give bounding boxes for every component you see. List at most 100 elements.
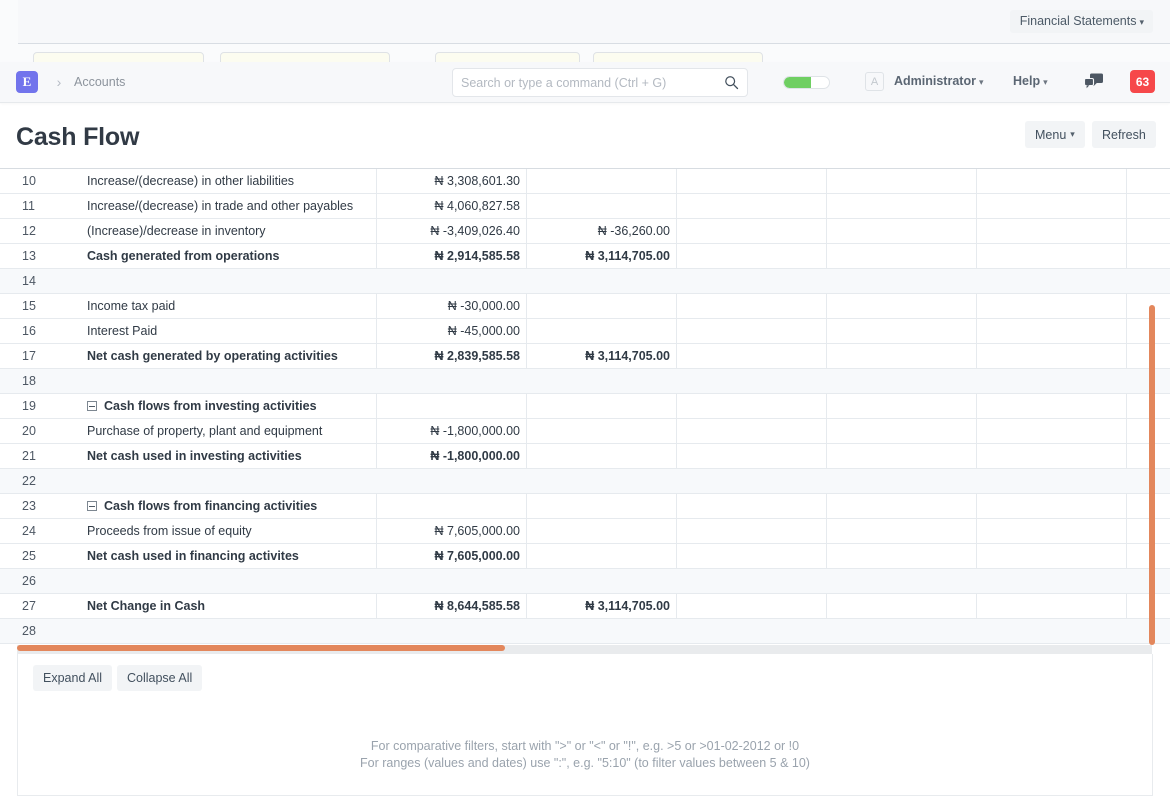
row-value-1[interactable]: ₦ 7,605,000.00 — [377, 519, 527, 543]
row-value-4[interactable] — [827, 619, 977, 643]
avatar[interactable]: A — [865, 72, 884, 91]
row-value-2[interactable] — [527, 369, 677, 393]
row-value-4[interactable] — [827, 419, 977, 443]
collapse-all-button[interactable]: Collapse All — [117, 665, 202, 691]
table-row[interactable]: 26 — [0, 569, 1170, 594]
row-label[interactable]: Cash flows from investing activities — [77, 394, 377, 418]
row-value-2[interactable] — [527, 569, 677, 593]
row-value-2[interactable] — [527, 619, 677, 643]
row-value-5[interactable] — [977, 269, 1127, 293]
row-value-3[interactable] — [677, 469, 827, 493]
row-value-1[interactable]: ₦ 2,914,585.58 — [377, 244, 527, 268]
row-label[interactable]: Net cash generated by operating activiti… — [77, 344, 377, 368]
row-value-4[interactable] — [827, 494, 977, 518]
breadcrumb[interactable]: Accounts — [74, 75, 125, 89]
row-label[interactable]: Increase/(decrease) in trade and other p… — [77, 194, 377, 218]
row-value-1[interactable]: ₦ 4,060,827.58 — [377, 194, 527, 218]
row-value-3[interactable] — [677, 244, 827, 268]
row-value-1[interactable]: ₦ 8,644,585.58 — [377, 594, 527, 618]
menu-button[interactable]: Menu▾ — [1025, 121, 1085, 148]
table-row[interactable]: 18 — [0, 369, 1170, 394]
row-value-3[interactable] — [677, 544, 827, 568]
row-label[interactable]: Interest Paid — [77, 319, 377, 343]
row-value-2[interactable]: ₦ 3,114,705.00 — [527, 594, 677, 618]
row-value-4[interactable] — [827, 219, 977, 243]
table-row[interactable]: 10Increase/(decrease) in other liabiliti… — [0, 169, 1170, 194]
row-value-4[interactable] — [827, 169, 977, 193]
row-value-2[interactable] — [527, 269, 677, 293]
row-value-3[interactable] — [677, 219, 827, 243]
row-label[interactable]: Cash flows from financing activities — [77, 494, 377, 518]
collapse-toggle-icon[interactable] — [87, 401, 97, 411]
search-input[interactable] — [453, 69, 721, 96]
chat-bubbles-icon[interactable] — [1084, 73, 1104, 90]
row-value-1[interactable]: ₦ -30,000.00 — [377, 294, 527, 318]
row-value-2[interactable]: ₦ -36,260.00 — [527, 219, 677, 243]
row-value-3[interactable] — [677, 594, 827, 618]
row-label[interactable] — [77, 269, 377, 293]
table-row[interactable]: 22 — [0, 469, 1170, 494]
row-value-3[interactable] — [677, 519, 827, 543]
row-value-1[interactable] — [377, 369, 527, 393]
row-value-3[interactable] — [677, 419, 827, 443]
row-value-4[interactable] — [827, 319, 977, 343]
row-value-2[interactable]: ₦ 3,114,705.00 — [527, 244, 677, 268]
row-value-4[interactable] — [827, 194, 977, 218]
row-value-3[interactable] — [677, 494, 827, 518]
user-menu[interactable]: Administrator▾ — [894, 74, 983, 88]
row-value-2[interactable] — [527, 319, 677, 343]
horizontal-scrollbar-thumb[interactable] — [17, 645, 505, 651]
row-value-5[interactable] — [977, 419, 1127, 443]
row-value-1[interactable]: ₦ -1,800,000.00 — [377, 444, 527, 468]
row-value-3[interactable] — [677, 394, 827, 418]
row-value-2[interactable] — [527, 519, 677, 543]
row-value-4[interactable] — [827, 294, 977, 318]
row-value-5[interactable] — [977, 394, 1127, 418]
financial-statements-dropdown[interactable]: Financial Statements▾ — [1010, 10, 1153, 33]
row-value-1[interactable] — [377, 494, 527, 518]
table-row[interactable]: 25Net cash used in financing activites₦ … — [0, 544, 1170, 569]
row-value-1[interactable]: ₦ 2,839,585.58 — [377, 344, 527, 368]
row-label[interactable] — [77, 569, 377, 593]
notification-badge[interactable]: 63 — [1130, 70, 1155, 93]
row-label[interactable] — [77, 619, 377, 643]
table-row[interactable]: 17Net cash generated by operating activi… — [0, 344, 1170, 369]
row-value-3[interactable] — [677, 569, 827, 593]
row-value-1[interactable] — [377, 394, 527, 418]
row-value-5[interactable] — [977, 569, 1127, 593]
row-value-1[interactable] — [377, 269, 527, 293]
row-value-5[interactable] — [977, 244, 1127, 268]
row-value-2[interactable] — [527, 394, 677, 418]
search-box[interactable] — [452, 68, 748, 97]
row-value-1[interactable]: ₦ -3,409,026.40 — [377, 219, 527, 243]
row-value-5[interactable] — [977, 469, 1127, 493]
table-row[interactable]: 16Interest Paid₦ -45,000.00 — [0, 319, 1170, 344]
row-value-1[interactable]: ₦ -45,000.00 — [377, 319, 527, 343]
collapse-toggle-icon[interactable] — [87, 501, 97, 511]
row-value-3[interactable] — [677, 194, 827, 218]
table-row[interactable]: 19Cash flows from investing activities — [0, 394, 1170, 419]
row-value-3[interactable] — [677, 319, 827, 343]
search-icon[interactable] — [724, 75, 739, 90]
row-value-5[interactable] — [977, 544, 1127, 568]
refresh-button[interactable]: Refresh — [1092, 121, 1156, 148]
row-value-3[interactable] — [677, 344, 827, 368]
cash-flow-grid[interactable]: 10Increase/(decrease) in other liabiliti… — [0, 168, 1170, 644]
row-value-2[interactable]: ₦ 3,114,705.00 — [527, 344, 677, 368]
row-value-2[interactable] — [527, 294, 677, 318]
row-value-3[interactable] — [677, 444, 827, 468]
table-row[interactable]: 20Purchase of property, plant and equipm… — [0, 419, 1170, 444]
expand-all-button[interactable]: Expand All — [33, 665, 112, 691]
row-value-1[interactable]: ₦ 7,605,000.00 — [377, 544, 527, 568]
row-value-5[interactable] — [977, 619, 1127, 643]
row-value-5[interactable] — [977, 444, 1127, 468]
progress-toggle[interactable] — [783, 76, 830, 89]
row-value-1[interactable] — [377, 469, 527, 493]
row-value-3[interactable] — [677, 619, 827, 643]
row-value-3[interactable] — [677, 269, 827, 293]
row-value-5[interactable] — [977, 519, 1127, 543]
table-row[interactable]: 12(Increase)/decrease in inventory₦ -3,4… — [0, 219, 1170, 244]
row-value-4[interactable] — [827, 569, 977, 593]
row-value-4[interactable] — [827, 269, 977, 293]
table-row[interactable]: 24Proceeds from issue of equity₦ 7,605,0… — [0, 519, 1170, 544]
